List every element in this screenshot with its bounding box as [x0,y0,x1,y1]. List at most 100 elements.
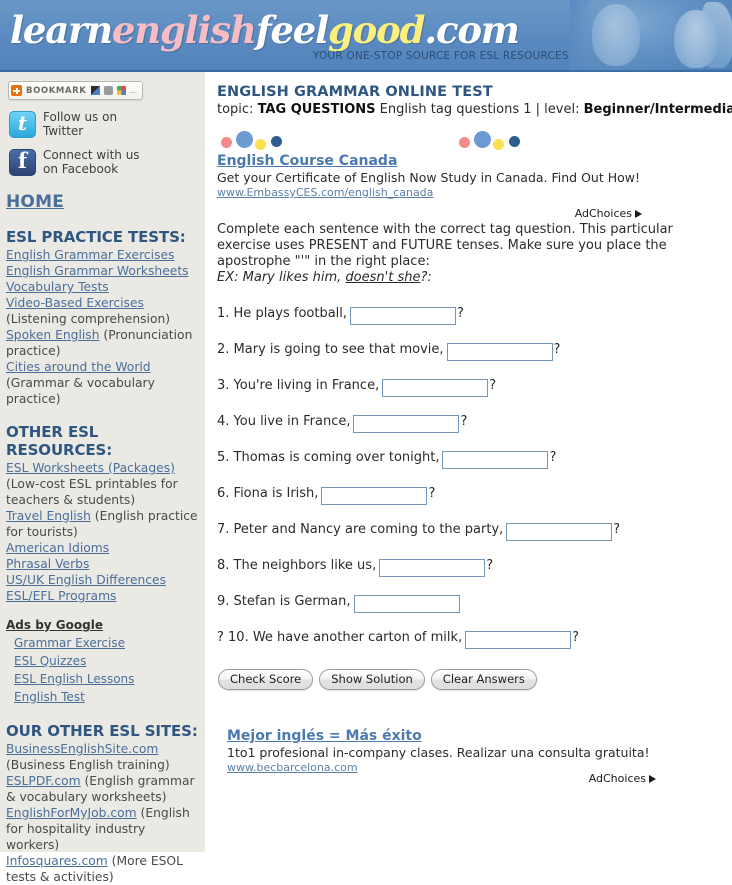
bookmark-widget[interactable]: BOOKMARK ... [8,81,144,100]
sidebar-item-travel-english[interactable]: Travel English [6,509,91,523]
top-ad-title[interactable]: English Course Canada [217,153,397,169]
sidebar-item-businessenglishsite[interactable]: BusinessEnglishSite.com [6,742,158,756]
sidebar-note-3: (Listening comprehension) [6,312,171,326]
show-solution-button[interactable]: Show Solution [319,669,425,690]
bottom-ad-description: 1to1 profesional in-company clases. Real… [227,745,650,760]
sidebar-item-eslpdf[interactable]: ESLPDF.com [6,774,81,788]
bottom-ad-title[interactable]: Mejor inglés = Más éxito [227,728,422,744]
sidebar-item-us-uk-differences[interactable]: US/UK English Differences [6,573,166,587]
answer-input-1[interactable] [350,307,457,325]
top-ad-description: Get your Certificate of English Now Stud… [217,170,641,185]
question-suffix-4: ? [460,414,468,429]
example-answer: doesn't she [345,270,421,285]
answer-input-2[interactable] [446,343,553,361]
main-content: ENGLISH GRAMMAR ONLINE TEST topic: TAG Q… [205,72,732,852]
sidebar-item-esl-worksheets[interactable]: ESL Worksheets (Packages) [6,461,175,475]
sidebar-item-vocabulary-tests[interactable]: Vocabulary Tests [6,280,109,294]
question-row-10: ? 10. We have another carton of milk,? [217,629,724,649]
question-text-5: 5. Thomas is coming over tonight, [217,450,440,465]
twitter-line1: Follow us on [43,110,118,124]
logo-part-dotcom: .com [424,8,520,52]
answer-input-8[interactable] [379,559,486,577]
ad-link-english-test[interactable]: English Test [14,690,85,704]
sidebar-heading-other-sites: OUR OTHER ESL SITES: [6,722,198,740]
answer-input-7[interactable] [506,523,613,541]
bottom-adchoices-label: AdChoices [588,772,646,785]
question-row-1: 1. He plays football,? [217,305,724,325]
top-ad-block: English Course Canada Get your Certifica… [217,129,724,220]
social-twitter[interactable]: Follow us on Twitter [9,110,199,138]
top-adchoices[interactable]: AdChoices [575,207,642,220]
sidebar-item-englishformyjob[interactable]: EnglishForMyJob.com [6,806,137,820]
site-tagline: YOUR ONE-STOP SOURCE FOR ESL RESOURCES [313,50,569,62]
top-ad-url[interactable]: www.EmbassyCES.com/english_canada [217,186,433,199]
question-text-7: 7. Peter and Nancy are coming to the par… [217,522,504,537]
sidebar-item-infosquares[interactable]: Infosquares.com [6,854,108,868]
dot-pink-icon-2 [459,137,470,148]
question-row-2: 2. Mary is going to see that movie,? [217,341,724,361]
ad-link-esl-quizzes[interactable]: ESL Quizzes [14,654,86,668]
share-square-icon[interactable] [90,86,100,95]
bookmark-label: BOOKMARK [26,85,87,96]
action-buttons: Check Score Show Solution Clear Answers [218,669,724,690]
question-text-3: 3. You're living in France, [217,378,380,393]
facebook-line2: on Facebook [43,162,119,176]
bottom-ad-url[interactable]: www.becbarcelona.com [227,761,358,774]
sidebar-item-home[interactable]: HOME [6,192,199,212]
windows-icon[interactable] [116,86,126,95]
logo-part-good: good [328,8,426,52]
bookmark-more-icon[interactable]: ... [130,86,138,95]
dot-yellow-icon [255,139,266,150]
question-row-8: 8. The neighbors like us,? [217,557,724,577]
question-suffix-7: ? [613,522,621,537]
facebook-icon[interactable] [9,148,36,176]
social-facebook[interactable]: Connect with us on Facebook [9,148,199,176]
sidebar-item-phrasal-verbs[interactable]: Phrasal Verbs [6,557,89,571]
question-row-9: 9. Stefan is German, [217,593,724,613]
ad-link-grammar-exercise[interactable]: Grammar Exercise [14,636,125,650]
question-text-2: 2. Mary is going to see that movie, [217,342,444,357]
sidebar-item-english-grammar-worksheets[interactable]: English Grammar Worksheets [6,264,189,278]
topic-line: topic: TAG QUESTIONS English tag questio… [217,102,732,117]
clear-answers-button[interactable]: Clear Answers [430,669,537,690]
site-logo[interactable]: learnenglishfeelgood.com [10,8,520,52]
sidebar-item-cities-around-the-world[interactable]: Cities around the World [6,360,151,374]
question-suffix-1: ? [457,306,464,321]
sidebar-item-american-idioms[interactable]: American Idioms [6,541,109,555]
sidebar-item-spoken-english[interactable]: Spoken English [6,328,100,342]
sidebar-list-other-sites: BusinessEnglishSite.com (Business Englis… [6,741,199,885]
check-score-button[interactable]: Check Score [218,669,314,690]
question-row-5: 5. Thomas is coming over tonight,? [217,449,724,469]
question-suffix-5: ? [549,450,557,465]
bookmark-plus-icon[interactable] [11,85,22,96]
answer-input-5[interactable] [442,451,549,469]
page-title: ENGLISH GRAMMAR ONLINE TEST [217,84,493,100]
adchoices-triangle-icon-2 [649,775,656,783]
logo-part-feel: feel [255,8,329,52]
answer-input-6[interactable] [321,487,428,505]
answer-input-3[interactable] [382,379,489,397]
banner-photo [570,0,732,72]
gmail-icon[interactable] [103,86,113,95]
top-adchoices-label: AdChoices [574,207,632,220]
sidebar-item-english-grammar-exercises[interactable]: English Grammar Exercises [6,248,174,262]
facebook-text: Connect with us on Facebook [43,148,140,176]
ad-link-esl-english-lessons[interactable]: ESL English Lessons [14,672,134,686]
answer-input-4[interactable] [353,415,460,433]
answer-input-9[interactable] [353,595,460,613]
question-suffix-10: ? [572,630,580,645]
twitter-icon[interactable] [9,110,36,138]
ads-by-google-list: Grammar Exercise ESL Quizzes ESL English… [14,634,199,706]
ads-by-google-label[interactable]: Ads by Google [6,618,199,632]
sidebar-item-esl-efl-programs[interactable]: ESL/EFL Programs [6,589,116,603]
question-suffix-8: ? [486,558,494,573]
sidebar-item-video-based-exercises[interactable]: Video-Based Exercises [6,296,144,310]
twitter-text: Follow us on Twitter [43,110,117,138]
bottom-adchoices[interactable]: AdChoices [589,772,656,785]
question-text-6: 6. Fiona is Irish, [217,486,319,501]
dot-yellow-icon-2 [493,139,504,150]
exercise-instructions: Complete each sentence with the correct … [217,222,673,269]
sidebar-list-other-resources: ESL Worksheets (Packages) (Low-cost ESL … [6,460,199,604]
adchoices-triangle-icon [635,210,642,218]
answer-input-10[interactable] [465,631,572,649]
